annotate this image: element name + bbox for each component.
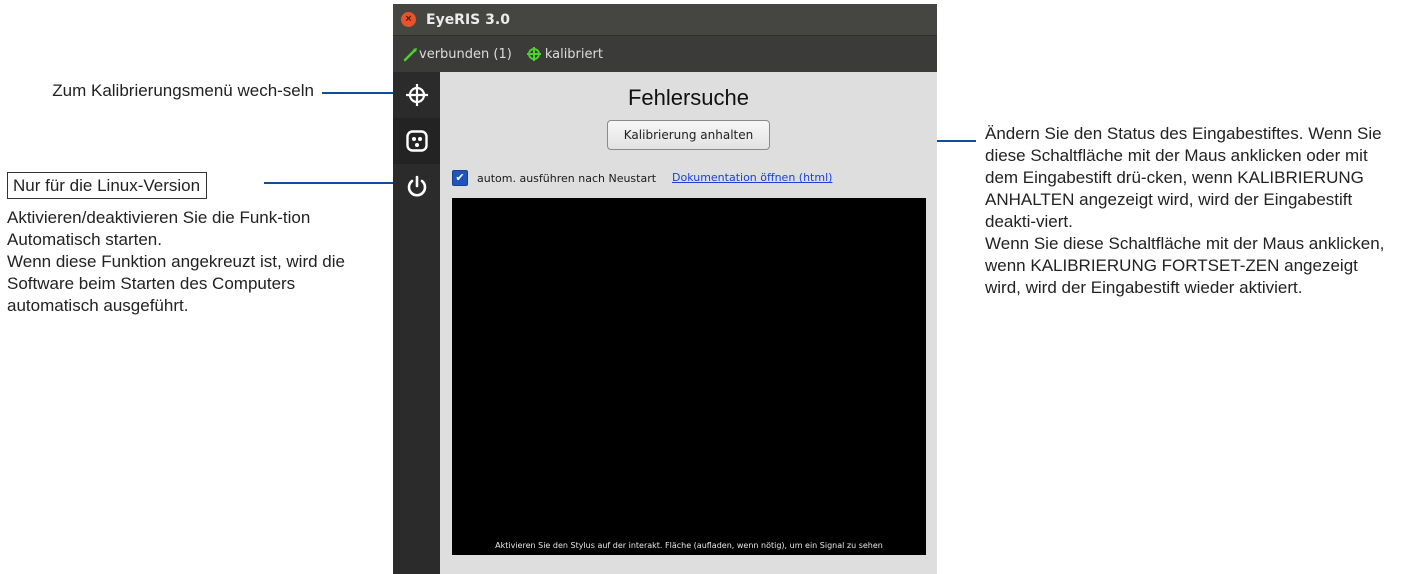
autostart-checkbox[interactable]: ✔ [452,170,468,186]
status-calibrated: kalibriert [526,46,603,62]
connected-icon [403,48,417,62]
sidebar [393,72,440,574]
app-window: × EyeRIS 3.0 verbunden (1) kalibriert Fe… [393,4,937,574]
status-connected: verbunden (1) [403,46,512,62]
signal-canvas[interactable]: Aktivieren Sie den Stylus auf der intera… [452,198,926,555]
sidebar-troubleshoot-button[interactable] [393,118,440,164]
dice-icon [405,130,428,152]
documentation-link[interactable]: Dokumentation öffnen (html) [672,171,832,184]
sidebar-calibration-button[interactable] [393,72,440,118]
power-icon [407,175,426,197]
close-icon[interactable]: × [401,12,416,27]
calibrated-crosshair-icon [526,47,541,61]
autostart-label: autom. ausführen nach Neustart [477,171,657,185]
crosshair-icon [405,84,428,106]
page-title: Fehlersuche [627,85,750,110]
sidebar-power-button[interactable] [393,164,440,210]
callout-linux-only-label: Nur für die Linux-Version [7,172,208,199]
status-bar: verbunden (1) kalibriert [393,36,937,72]
stop-calibration-button[interactable]: Kalibrierung anhalten [607,120,770,150]
autostart-row: ✔ autom. ausführen nach Neustart [452,170,656,186]
title-bar: × EyeRIS 3.0 [393,4,937,36]
callout-calibration-menu: Zum Kalibrierungsmenü wech-seln [52,81,314,100]
canvas-hint: Aktivieren Sie den Stylus auf der intera… [495,541,883,550]
status-connected-label: verbunden (1) [419,46,512,62]
status-calibrated-label: kalibriert [544,46,603,62]
callout-autostart-description: Aktivieren/deaktivieren Sie die Funk-tio… [7,208,345,315]
callout-stop-button-description: Ändern Sie den Status des Eingabestiftes… [985,124,1385,297]
window-title: EyeRIS 3.0 [426,11,510,28]
main-panel: Fehlersuche Kalibrierung anhalten ✔ auto… [440,72,937,574]
